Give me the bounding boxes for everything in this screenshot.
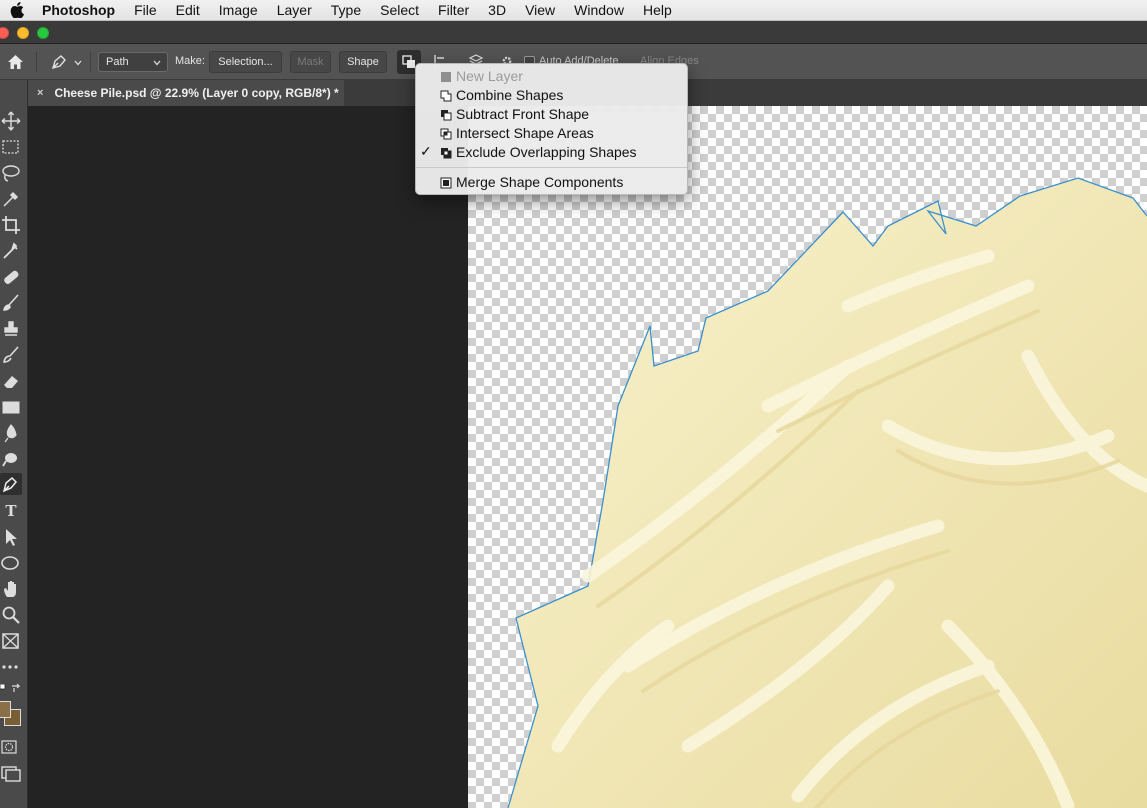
menu-item-label: Exclude Overlapping Shapes [456,144,637,160]
menu-image[interactable]: Image [219,2,258,18]
history-brush-tool-icon[interactable] [0,344,22,366]
menu-file[interactable]: File [134,2,157,18]
path-operations-icon [402,55,415,68]
hand-tool-icon[interactable] [0,578,22,600]
menu-item-intersect-shape-areas[interactable]: Intersect Shape Areas [416,124,687,143]
menubar: Photoshop File Edit Image Layer Type Sel… [0,0,1147,21]
menu-item-combine-shapes[interactable]: Combine Shapes [416,86,687,105]
swap-colors-icon[interactable] [11,683,22,693]
foreground-color-swatch[interactable] [0,701,11,718]
zoom-window-button[interactable] [37,27,49,39]
window-title-bar [0,21,1147,44]
pen-tool-button[interactable] [0,473,22,495]
home-icon[interactable] [7,54,24,70]
eyedropper-tool-icon[interactable] [0,240,22,262]
zoom-tool-icon[interactable] [0,604,22,626]
marquee-tool-icon[interactable] [0,136,22,158]
make-label: Make: [175,55,205,67]
path-operations-menu: New Layer Combine Shapes Subtract Front … [415,63,688,195]
intersect-shape-areas-icon [440,128,452,140]
pen-tool-preset-icon[interactable] [50,53,68,71]
separator [90,52,91,72]
more-tools-icon[interactable] [0,656,22,678]
menu-item-label: Intersect Shape Areas [456,125,594,141]
menu-item-label: Subtract Front Shape [456,106,590,122]
frame-tool-icon[interactable] [0,630,22,652]
apple-icon[interactable] [10,2,24,18]
menu-help[interactable]: Help [643,2,672,18]
dodge-tool-icon[interactable] [0,448,22,470]
ellipse-tool-icon[interactable] [0,552,22,574]
new-layer-icon [441,72,451,82]
close-document-icon[interactable]: × [37,87,43,99]
menu-item-new-layer[interactable]: New Layer [416,67,687,86]
separator [36,52,37,72]
minimize-window-button[interactable] [17,27,29,39]
move-tool-icon[interactable] [0,110,22,132]
quick-selection-tool-icon[interactable] [0,188,22,210]
eraser-tool-icon[interactable] [0,370,22,392]
exclude-overlapping-shapes-icon [441,148,452,159]
app-name[interactable]: Photoshop [42,2,115,18]
checkmark-icon: ✓ [420,143,432,159]
cheese-image [507,177,1147,808]
menu-edit[interactable]: Edit [176,2,200,18]
menu-separator [416,167,687,168]
gradient-tool-icon[interactable] [0,396,22,418]
menu-layer[interactable]: Layer [277,2,312,18]
menu-item-label: Merge Shape Components [456,174,624,190]
default-colors-icon[interactable] [0,684,8,692]
close-window-button[interactable] [0,27,9,39]
make-selection-button[interactable]: Selection... [209,51,282,73]
menu-3d[interactable]: 3D [488,2,506,18]
document-title: Cheese Pile.psd @ 22.9% (Layer 0 copy, R… [54,86,339,100]
subtract-front-shape-icon [441,110,452,121]
tool-mode-select[interactable]: Path [98,52,168,72]
clone-stamp-tool-icon[interactable] [0,318,22,340]
blur-tool-icon[interactable] [0,422,22,444]
combine-shapes-icon [440,90,452,102]
make-mask-button[interactable]: Mask [290,51,331,73]
menu-view[interactable]: View [525,2,555,18]
menu-select[interactable]: Select [380,2,419,18]
make-shape-button[interactable]: Shape [339,51,387,73]
healing-brush-tool-icon[interactable] [0,266,22,288]
menu-item-merge-shape-components[interactable]: Merge Shape Components [416,173,687,192]
chevron-down-icon[interactable] [74,60,82,66]
menu-item-label: New Layer [456,68,523,84]
menu-item-label: Combine Shapes [456,87,564,103]
pen-tool-icon [2,476,18,493]
crop-tool-icon[interactable] [0,214,22,236]
document-tab[interactable]: × Cheese Pile.psd @ 22.9% (Layer 0 copy,… [28,80,344,106]
tool-mode-value: Path [106,56,129,68]
screen-mode-icon[interactable] [0,762,22,784]
path-selection-tool-icon[interactable] [0,526,22,548]
menu-type[interactable]: Type [331,2,361,18]
type-tool-icon[interactable]: T [0,500,22,522]
menu-filter[interactable]: Filter [438,2,469,18]
document-canvas[interactable] [468,106,1147,808]
quick-mask-icon[interactable] [0,736,22,758]
merge-shape-components-icon [440,177,452,189]
lasso-tool-icon[interactable] [0,162,22,184]
menu-item-exclude-overlapping-shapes[interactable]: ✓ Exclude Overlapping Shapes [416,143,687,162]
tools-panel: T [0,80,28,808]
menu-item-subtract-front-shape[interactable]: Subtract Front Shape [416,105,687,124]
chevron-down-icon [153,60,161,66]
brush-tool-icon[interactable] [0,292,22,314]
menu-window[interactable]: Window [574,2,624,18]
